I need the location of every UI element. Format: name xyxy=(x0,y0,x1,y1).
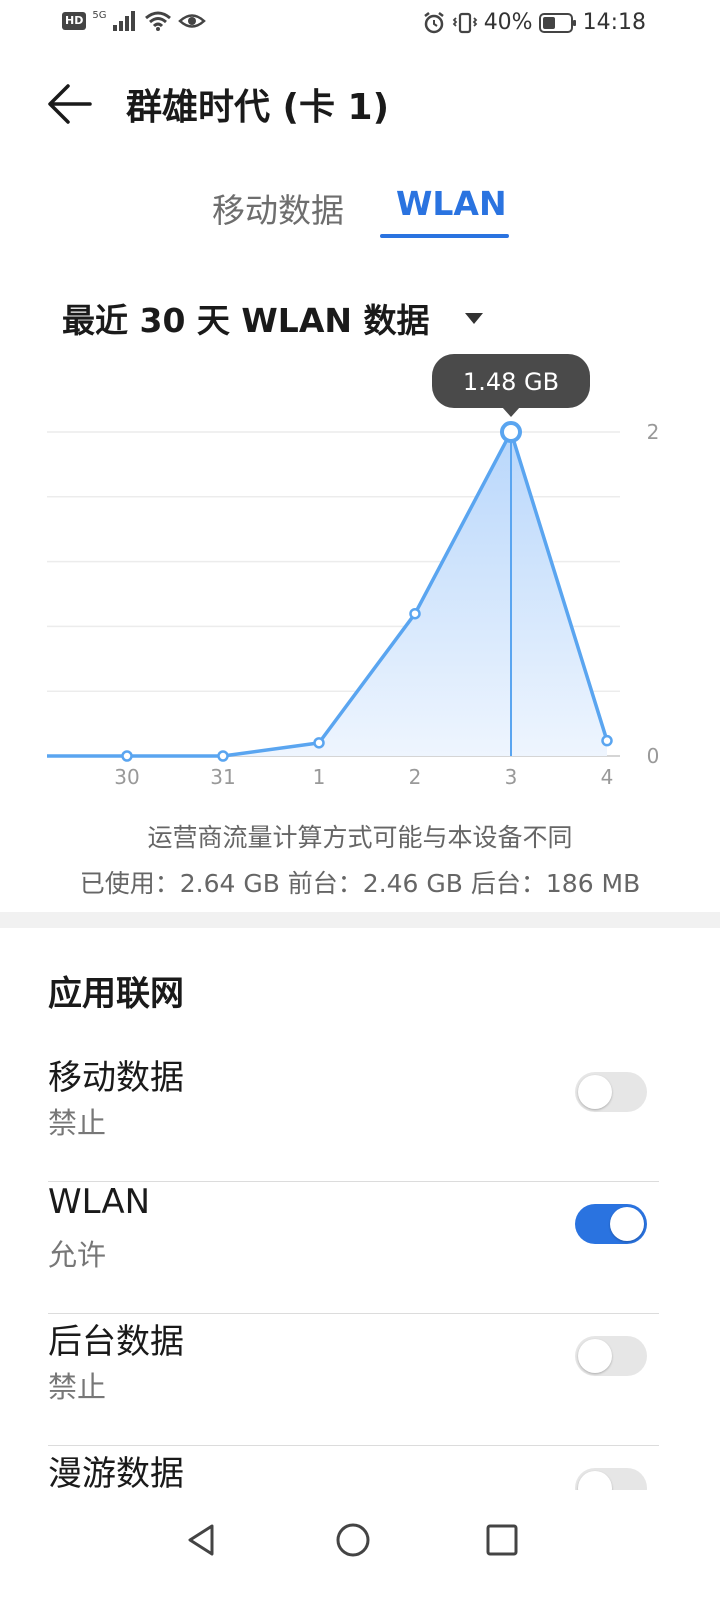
toggle-knob xyxy=(578,1339,612,1373)
arrow-left-icon xyxy=(48,84,92,124)
nav-recents-button[interactable] xyxy=(472,1510,532,1570)
x-tick-label: 3 xyxy=(505,765,518,789)
back-button[interactable] xyxy=(46,80,94,128)
navigation-bar xyxy=(0,1490,720,1600)
tooltip-text: 1.48 GB xyxy=(463,368,559,396)
setting-label: 漫游数据 xyxy=(48,1454,184,1490)
setting-label: 移动数据 xyxy=(48,1058,184,1098)
setting-status: 禁止 xyxy=(48,1370,107,1404)
clock: 14:18 xyxy=(582,10,646,35)
wifi-icon xyxy=(145,11,172,31)
x-tick-label: 31 xyxy=(210,765,235,789)
setting-label: WLAN xyxy=(48,1182,151,1222)
toggle-knob xyxy=(578,1471,612,1490)
vibrate-icon xyxy=(452,12,477,33)
x-tick-label: 1 xyxy=(313,765,326,789)
x-tick-label: 30 xyxy=(114,765,139,789)
usage-summary: 已使用：2.64 GB 前台：2.46 GB 后台：186 MB xyxy=(79,869,641,898)
data-point[interactable] xyxy=(217,750,229,762)
data-point[interactable] xyxy=(601,734,613,747)
y-tick-label: 2 xyxy=(647,420,660,444)
tab-indicator xyxy=(380,234,509,238)
roaming-data-toggle[interactable] xyxy=(575,1468,647,1490)
hd-badge: HD xyxy=(62,12,87,30)
nav-home-button[interactable] xyxy=(323,1510,383,1570)
section-title: 应用联网 xyxy=(48,974,184,1014)
triangle-back-icon xyxy=(188,1524,214,1556)
x-tick-label: 2 xyxy=(409,765,422,789)
circle-home-icon xyxy=(336,1523,370,1557)
setting-roaming-data[interactable]: 漫游数据 xyxy=(48,1446,659,1490)
wlan-toggle[interactable] xyxy=(575,1204,647,1244)
eye-icon xyxy=(178,14,207,28)
network-generation: 5G xyxy=(92,9,107,21)
status-right-icons: 40% 14:18 xyxy=(422,10,646,35)
period-label: 最近 30 天 WLAN 数据 xyxy=(62,301,430,340)
setting-status: 允许 xyxy=(48,1238,107,1272)
setting-wlan[interactable]: WLAN 允许 xyxy=(48,1182,659,1314)
battery-icon xyxy=(538,12,576,33)
battery-percent: 40% xyxy=(483,10,533,35)
status-bar: HD 5G 40% 14:18 xyxy=(0,0,720,48)
period-selector[interactable]: 最近 30 天 WLAN 数据 xyxy=(62,294,484,342)
status-left-icons: HD 5G xyxy=(62,9,207,32)
signal-icon xyxy=(113,11,136,31)
setting-status: 禁止 xyxy=(48,1106,107,1140)
selected-data-point[interactable] xyxy=(500,421,522,443)
x-tick-label: 4 xyxy=(601,765,614,789)
value-tooltip: 1.48 GB xyxy=(432,354,590,417)
data-point[interactable] xyxy=(313,737,325,749)
toggle-knob xyxy=(610,1207,644,1241)
data-point[interactable] xyxy=(121,750,133,762)
caret-down-icon xyxy=(465,312,484,324)
tab-wlan[interactable]: WLAN xyxy=(396,184,507,223)
toggle-knob xyxy=(578,1075,612,1109)
data-point[interactable] xyxy=(409,607,421,620)
usage-chart[interactable]: 30 31 1 2 3 4 2 0 1.48 GB xyxy=(0,340,720,800)
y-tick-label: 0 xyxy=(647,744,660,768)
mobile-data-toggle[interactable] xyxy=(575,1072,647,1112)
section-divider xyxy=(0,912,720,928)
usage-area xyxy=(47,432,607,756)
page-title: 群雄时代 (卡 1) xyxy=(126,87,390,128)
square-recents-icon xyxy=(486,1524,518,1556)
alarm-icon xyxy=(423,11,444,33)
nav-back-button[interactable] xyxy=(172,1510,232,1570)
setting-background-data[interactable]: 后台数据 禁止 xyxy=(48,1314,659,1446)
tab-mobile-data[interactable]: 移动数据 xyxy=(212,184,344,232)
setting-mobile-data[interactable]: 移动数据 禁止 xyxy=(48,1050,659,1182)
setting-label: 后台数据 xyxy=(48,1322,184,1362)
carrier-note: 运营商流量计算方式可能与本设备不同 xyxy=(147,823,573,852)
background-data-toggle[interactable] xyxy=(575,1336,647,1376)
